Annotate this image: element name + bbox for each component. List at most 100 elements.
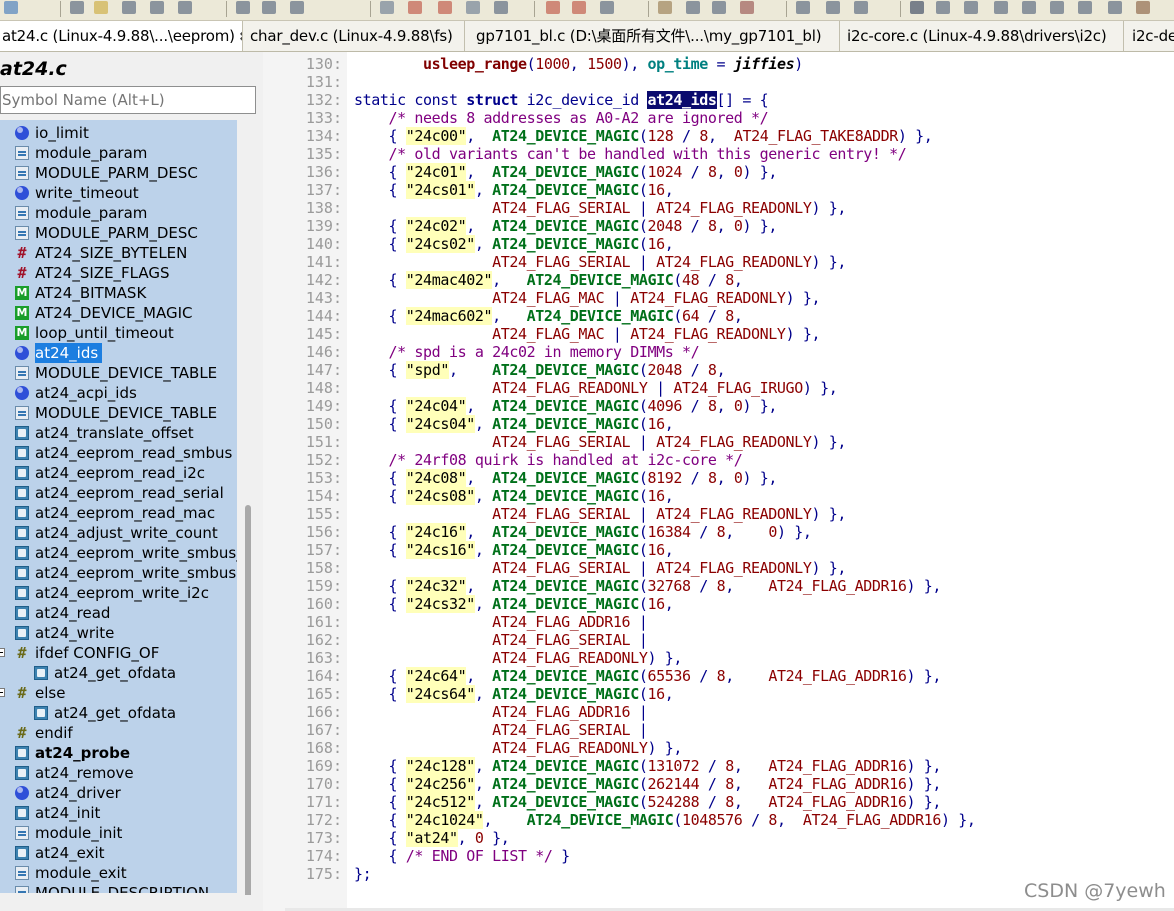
code-line[interactable]: { "24c01", AT24_DEVICE_MAGIC(1024 / 8, 0… (354, 163, 777, 181)
toolbar-button-icon[interactable] (150, 1, 164, 14)
symbol-item[interactable]: M AT24_BITMASK (0, 283, 237, 303)
toolbar-button-icon[interactable] (994, 1, 1008, 14)
toolbar-button-icon[interactable] (1108, 1, 1122, 14)
symbol-item[interactable]: at24_eeprom_read_smbus (0, 443, 237, 463)
toolbar-button-icon[interactable] (796, 1, 810, 14)
code-line[interactable]: { "24c128", AT24_DEVICE_MAGIC(131072 / 8… (354, 757, 941, 775)
code-line[interactable]: AT24_FLAG_SERIAL | AT24_FLAG_READONLY) }… (354, 253, 846, 271)
code-line[interactable]: AT24_FLAG_READONLY) }, (354, 739, 682, 757)
symbol-item[interactable]: at24_ids (0, 343, 237, 363)
symbol-item[interactable]: at24_translate_offset (0, 423, 237, 443)
code-line[interactable]: AT24_FLAG_SERIAL | (354, 721, 648, 739)
symbol-item[interactable]: write_timeout (0, 183, 237, 203)
code-line[interactable]: { "24cs02", AT24_DEVICE_MAGIC(16, (354, 235, 674, 253)
toolbar-button-icon[interactable] (936, 1, 950, 14)
symbol-item[interactable]: at24_acpi_ids (0, 383, 237, 403)
code-line[interactable]: { "24cs16", AT24_DEVICE_MAGIC(16, (354, 541, 674, 559)
symbol-item[interactable]: at24_get_ofdata (0, 703, 237, 723)
symbol-item[interactable]: Mloop_until_timeout (0, 323, 237, 343)
symbol-item[interactable]: M AT24_DEVICE_MAGIC (0, 303, 237, 323)
toolbar-button-icon[interactable] (290, 1, 304, 14)
toolbar-button-icon[interactable] (910, 1, 924, 14)
tab-i2c-core-c[interactable]: i2c-core.c (Linux-4.9.88\drivers\i2c) (841, 21, 1124, 51)
symbol-item[interactable]: MODULE_PARM_DESC (0, 223, 237, 243)
symbol-item[interactable]: module_init (0, 823, 237, 843)
code-line[interactable]: /* spd is a 24c02 in memory DIMMs */ (354, 343, 700, 361)
code-line[interactable]: /* needs 8 addresses as A0-A2 are ignore… (354, 109, 769, 127)
code-line[interactable]: AT24_FLAG_READONLY | AT24_FLAG_IRUGO) }, (354, 379, 838, 397)
code-line[interactable]: { "24c512", AT24_DEVICE_MAGIC(524288 / 8… (354, 793, 941, 811)
code-line[interactable]: { "24mac602", AT24_DEVICE_MAGIC(64 / 8, (354, 307, 743, 325)
toolbar-button-icon[interactable] (572, 1, 586, 14)
toolbar-button-icon[interactable] (600, 1, 614, 14)
code-line[interactable]: AT24_FLAG_SERIAL | AT24_FLAG_READONLY) }… (354, 505, 846, 523)
tab-char-dev-c[interactable]: char_dev.c (Linux-4.9.88\fs) (244, 21, 465, 51)
symbol-item[interactable]: at24_write (0, 623, 237, 643)
symbol-item[interactable]: # AT24_SIZE_FLAGS (0, 263, 237, 283)
code-line[interactable]: }; (354, 865, 372, 883)
code-line[interactable]: { "24c02", AT24_DEVICE_MAGIC(2048 / 8, 0… (354, 217, 777, 235)
symbol-item[interactable]: module_param (0, 203, 237, 223)
symbol-item[interactable]: at24_eeprom_write_smbus_ (0, 543, 237, 563)
code-line[interactable]: { "at24", 0 }, (354, 829, 510, 847)
toolbar-button-icon[interactable] (546, 1, 560, 14)
code-line[interactable]: { "24mac402", AT24_DEVICE_MAGIC(48 / 8, (354, 271, 743, 289)
toolbar-button-icon[interactable] (854, 1, 868, 14)
toolbar-button-icon[interactable] (408, 1, 422, 14)
code-line[interactable]: AT24_FLAG_READONLY) }, (354, 649, 682, 667)
toolbar-button-icon[interactable] (1050, 1, 1064, 14)
toolbar-button-icon[interactable] (262, 1, 276, 14)
toolbar-button-icon[interactable] (494, 1, 508, 14)
toolbar-button-icon[interactable] (712, 1, 726, 14)
toolbar-button-icon[interactable] (1022, 1, 1036, 14)
symbol-item[interactable]: module_param (0, 143, 237, 163)
close-icon[interactable]: ✖ (239, 30, 242, 45)
code-line[interactable]: { "spd", AT24_DEVICE_MAGIC(2048 / 8, (354, 361, 726, 379)
code-line[interactable]: { "24c04", AT24_DEVICE_MAGIC(4096 / 8, 0… (354, 397, 777, 415)
code-line[interactable]: { "24cs08", AT24_DEVICE_MAGIC(16, (354, 487, 674, 505)
symbol-item[interactable]: MODULE_DEVICE_TABLE (0, 363, 237, 383)
tab-gp7101-bl-c[interactable]: gp7101_bl.c (D:\桌面所有文件\...\my_gp7101_bl) (466, 21, 840, 51)
symbol-item[interactable]: at24_eeprom_read_mac (0, 503, 237, 523)
code-line[interactable]: { "24c16", AT24_DEVICE_MAGIC(16384 / 8, … (354, 523, 812, 541)
symbol-item[interactable]: # else (0, 683, 237, 703)
code-line[interactable]: { "24c64", AT24_DEVICE_MAGIC(65536 / 8, … (354, 667, 941, 685)
scrollbar-thumb[interactable] (245, 505, 251, 910)
toolbar-button-icon[interactable] (4, 1, 18, 14)
symbol-item[interactable]: at24_get_ofdata (0, 663, 237, 683)
toolbar-button-icon[interactable] (686, 1, 700, 14)
code-line[interactable]: AT24_FLAG_ADDR16 | (354, 613, 648, 631)
code-line[interactable]: AT24_FLAG_SERIAL | AT24_FLAG_READONLY) }… (354, 433, 846, 451)
symbol-item[interactable]: at24_probe (0, 743, 237, 763)
toolbar-button-icon[interactable] (1136, 1, 1150, 14)
symbol-item[interactable]: # AT24_SIZE_BYTELEN (0, 243, 237, 263)
source-editor[interactable]: 130: usleep_range(1000, 1500), op_time =… (263, 52, 1174, 911)
symbol-item[interactable]: at24_eeprom_read_serial (0, 483, 237, 503)
toolbar-button-icon[interactable] (236, 1, 250, 14)
symbol-item[interactable]: at24_eeprom_read_i2c (0, 463, 237, 483)
symbol-item[interactable]: at24_exit (0, 843, 237, 863)
toolbar-button-icon[interactable] (438, 1, 452, 14)
symbol-item[interactable]: at24_eeprom_write_i2c (0, 583, 237, 603)
toolbar-button-icon[interactable] (658, 1, 672, 14)
symbol-item[interactable]: at24_remove (0, 763, 237, 783)
symbol-item[interactable]: MODULE_DEVICE_TABLE (0, 403, 237, 423)
symbol-item[interactable]: MODULE_DESCRIPTION (0, 883, 237, 893)
symbol-list-scrollbar[interactable] (237, 120, 263, 910)
code-line[interactable]: /* old variants can't be handled with th… (354, 145, 907, 163)
code-line[interactable]: { "24cs32", AT24_DEVICE_MAGIC(16, (354, 595, 674, 613)
symbol-item[interactable]: # endif (0, 723, 237, 743)
symbol-item[interactable]: at24_init (0, 803, 237, 823)
symbol-item[interactable]: at24_eeprom_write_smbus (0, 563, 237, 583)
tab-at24-c[interactable]: at24.c (Linux-4.9.88\...\eeprom) ✖ (0, 21, 243, 51)
toolbar-button-icon[interactable] (1078, 1, 1092, 14)
code-line[interactable]: AT24_FLAG_MAC | AT24_FLAG_READONLY) }, (354, 325, 820, 343)
symbol-item[interactable]: at24_driver (0, 783, 237, 803)
toolbar-button-icon[interactable] (122, 1, 136, 14)
symbol-item[interactable]: at24_adjust_write_count (0, 523, 237, 543)
code-line[interactable]: { "24c256", AT24_DEVICE_MAGIC(262144 / 8… (354, 775, 941, 793)
symbol-search-input[interactable] (0, 86, 256, 114)
code-line[interactable]: /* 24rf08 quirk is handled at i2c-core *… (354, 451, 743, 469)
code-line[interactable]: AT24_FLAG_SERIAL | AT24_FLAG_READONLY) }… (354, 199, 846, 217)
code-line[interactable]: usleep_range(1000, 1500), op_time = jiff… (354, 55, 803, 73)
